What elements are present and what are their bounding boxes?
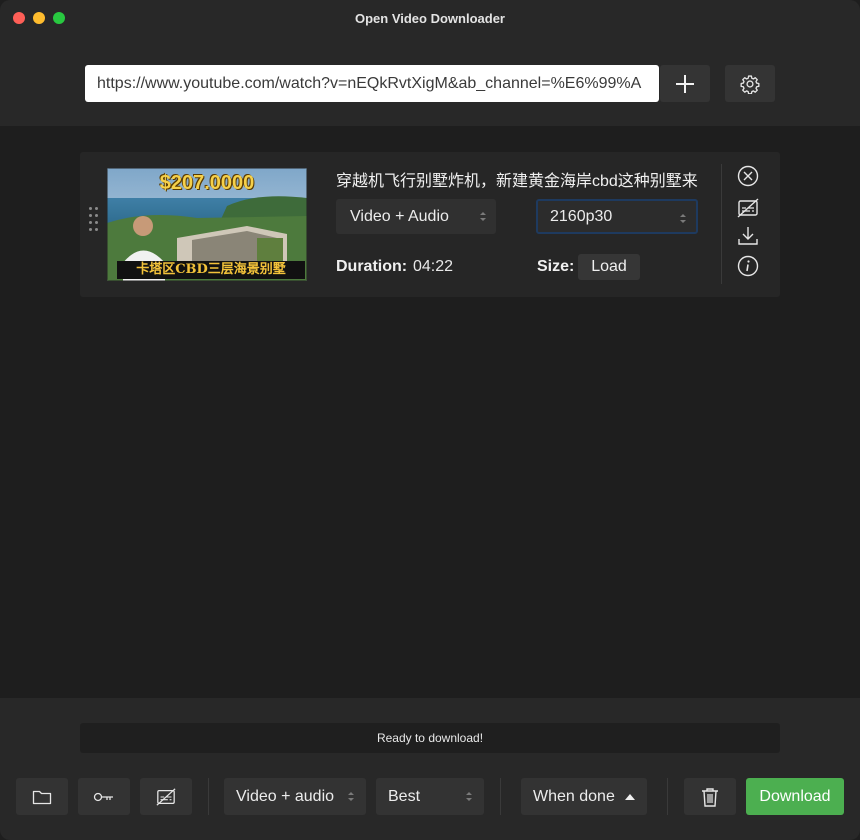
thumbnail-price-text: $207.0000 [159,172,255,194]
status-message: Ready to download! [80,723,780,753]
url-bar [0,37,860,126]
authentication-button[interactable] [78,778,130,815]
thumbnail-caption-text: 卡塔区CBD三层海景别墅 [117,261,305,279]
when-done-label: When done [533,787,615,805]
load-size-button[interactable]: Load [578,254,640,280]
gear-icon [740,74,760,94]
footer-divider [500,778,501,815]
video-title: 穿越机飞行别墅炸机，新建黄金海岸cbd这种别墅来 [336,173,698,190]
resolution-select[interactable]: 2160p30 [536,199,698,234]
size-label: Size: [537,258,575,275]
close-circle-icon [737,165,759,187]
resolution-value: 2160p30 [550,207,613,225]
key-icon [93,792,113,801]
title-bar: Open Video Downloader [0,0,860,37]
trash-icon [702,787,718,807]
select-arrows-icon [348,792,354,801]
no-subtitles-icon [156,787,176,806]
remove-video-button[interactable] [736,164,760,188]
settings-button[interactable] [725,65,775,102]
card-divider [721,164,722,284]
global-quality-value: Best [388,787,421,805]
caret-up-icon [625,794,635,800]
download-type-value: Video + Audio [350,207,449,225]
open-folder-button[interactable] [16,778,68,815]
video-thumbnail: $207.0000 卡塔区CBD三层海景别墅 [107,168,307,281]
footer-divider [208,778,209,815]
subtitles-all-button[interactable] [140,778,192,815]
footer-bar: Ready to download! Video + audio Best Wh… [0,698,860,840]
drag-handle-icon[interactable] [89,207,99,233]
download-all-button[interactable]: Download [746,778,844,815]
download-icon [738,227,758,245]
video-card: $207.0000 卡塔区CBD三层海景别墅 穿越机飞行别墅炸机，新建黄金海岸c… [80,152,780,297]
download-type-select[interactable]: Video + Audio [336,199,496,234]
plus-icon [676,74,694,93]
duration-value: 04:22 [413,258,454,275]
global-type-value: Video + audio [236,787,335,805]
folder-icon [32,790,52,804]
global-type-select[interactable]: Video + audio [224,778,366,815]
url-input[interactable] [85,65,659,102]
download-single-button[interactable] [736,224,760,248]
select-arrows-icon [466,792,472,801]
footer-divider [667,778,668,815]
select-arrows-icon [480,212,486,221]
clear-list-button[interactable] [684,778,736,815]
app-window: Open Video Downloader https://www.youtub… [0,0,860,840]
when-done-dropdown[interactable]: When done [521,778,647,815]
select-arrows-icon [680,214,686,223]
duration-label: Duration: [336,258,408,275]
no-subtitles-icon [737,198,759,218]
window-title: Open Video Downloader [354,11,505,26]
subtitles-button[interactable] [736,196,760,220]
global-quality-select[interactable]: Best [376,778,484,815]
add-url-button[interactable] [660,65,710,102]
info-icon [737,255,759,277]
video-list: $207.0000 卡塔区CBD三层海景别墅 穿越机飞行别墅炸机，新建黄金海岸c… [0,126,860,698]
info-button[interactable] [736,254,760,278]
